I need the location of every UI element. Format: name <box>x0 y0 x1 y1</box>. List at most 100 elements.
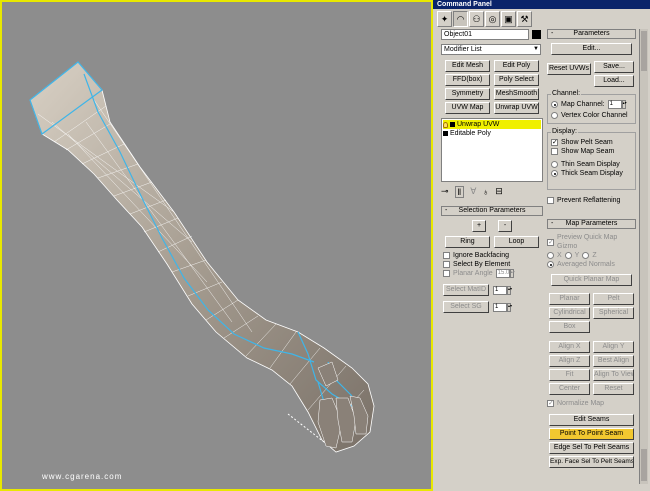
show-end-result-icon[interactable]: ‖ <box>454 185 465 198</box>
map-parameters-rollout[interactable]: - Map Parameters <box>547 219 636 229</box>
scrollbar-thumb[interactable] <box>641 449 647 481</box>
expand-icon[interactable] <box>450 122 455 127</box>
radio-label: Thick Seam Display <box>561 170 623 177</box>
planar-button[interactable]: Planar <box>549 293 590 305</box>
checkbox-label: Select By Element <box>453 261 511 268</box>
sg-spinner[interactable]: 1 ▴▾ <box>493 302 512 312</box>
select-sg-button[interactable]: Select SG <box>443 301 489 313</box>
normalize-map-checkbox[interactable]: ✓ Normalize Map <box>547 399 636 408</box>
create-icon[interactable]: ✦ <box>437 11 452 27</box>
axis-x-radio[interactable] <box>547 252 554 259</box>
load-button[interactable]: Load... <box>594 75 634 87</box>
fit-button[interactable]: Fit <box>549 369 590 381</box>
planar-angle-spinner[interactable]: 15.0 ▴▾ <box>495 269 515 278</box>
modifier-list-dropdown[interactable]: Modifier List ▼ <box>441 44 541 55</box>
edit-poly-button[interactable]: Edit Poly <box>494 60 539 72</box>
scrollbar-thumb[interactable] <box>641 31 647 71</box>
best-align-button[interactable]: Best Align <box>593 355 634 367</box>
spinner-value[interactable]: 1 <box>607 100 622 109</box>
modify-right-column: - Parameters Edit... Reset UVWs Save... … <box>547 29 636 491</box>
pelt-button[interactable]: Pelt <box>593 293 634 305</box>
spinner-value[interactable]: 1 <box>493 285 507 295</box>
selection-parameters-rollout[interactable]: - Selection Parameters <box>441 206 543 216</box>
edge-sel-to-pelt-seams-button[interactable]: Edge Sel To Pelt Seams <box>549 442 634 454</box>
poly-select-button[interactable]: Poly Select <box>494 74 539 86</box>
align-x-button[interactable]: Align X <box>549 341 590 353</box>
box-button[interactable]: Box <box>549 321 590 333</box>
axis-z-radio[interactable] <box>582 252 590 259</box>
grow-selection-button[interactable]: + <box>472 220 486 232</box>
stack-item-unwrap-uvw[interactable]: Unwrap UVW <box>443 120 541 129</box>
loop-button[interactable]: Loop <box>494 236 539 248</box>
object-name-field[interactable]: Object01 <box>441 29 529 40</box>
spinner-value[interactable]: 15.0 <box>495 269 510 278</box>
thin-seam-radio[interactable]: Thin Seam Display <box>551 160 632 169</box>
expand-icon[interactable] <box>443 131 448 136</box>
center-button[interactable]: Center <box>549 383 590 395</box>
reset-uvws-button[interactable]: Reset UVWs <box>547 63 591 75</box>
command-panel: Command Panel ✦ ◠ ⚇ ◎ ▣ ⚒ Object01 Modif… <box>433 0 650 491</box>
symmetry-button[interactable]: Symmetry <box>445 88 490 100</box>
pin-stack-icon[interactable]: ⊸ <box>441 186 449 197</box>
planar-angle-checkbox[interactable]: Planar Angle 15.0 ▴▾ <box>443 269 543 278</box>
ring-button[interactable]: Ring <box>445 236 490 248</box>
quick-planar-map-button[interactable]: Quick Planar Map <box>551 274 632 286</box>
lightbulb-icon[interactable] <box>443 121 448 128</box>
map-channel-radio[interactable]: Map Channel: 1 ▴▾ <box>551 100 632 109</box>
hierarchy-icon[interactable]: ⚇ <box>469 11 484 27</box>
thick-seam-radio[interactable]: Thick Seam Display <box>551 169 632 178</box>
meshsmooth-button[interactable]: MeshSmooth <box>494 88 539 100</box>
map-channel-spinner[interactable]: 1 ▴▾ <box>607 100 627 109</box>
collapse-icon: - <box>551 30 554 37</box>
show-map-seam-checkbox[interactable]: Show Map Seam <box>551 147 632 156</box>
motion-icon[interactable]: ◎ <box>485 11 500 27</box>
radio-label: Y <box>574 252 580 259</box>
command-panel-scrollbar[interactable] <box>639 29 648 484</box>
reset-button[interactable]: Reset <box>593 383 634 395</box>
radio-label: Thin Seam Display <box>561 161 620 168</box>
edit-seams-button[interactable]: Edit Seams <box>549 414 634 426</box>
unwrap-uvw-button[interactable]: Unwrap UVW <box>494 102 539 114</box>
save-button[interactable]: Save... <box>594 61 634 73</box>
make-unique-icon[interactable]: ∀ <box>470 186 476 197</box>
checkbox-label: Ignore Backfacing <box>453 252 510 259</box>
spinner-value[interactable]: 1 <box>493 302 507 312</box>
align-y-button[interactable]: Align Y <box>593 341 634 353</box>
rollout-title: Map Parameters <box>565 220 618 227</box>
ignore-backfacing-checkbox[interactable]: Ignore Backfacing <box>443 251 543 260</box>
select-matid-button[interactable]: Select MatID <box>443 284 489 296</box>
remove-modifier-icon[interactable]: ♁ <box>482 187 489 197</box>
cylindrical-button[interactable]: Cylindrical <box>549 307 590 319</box>
rollout-title: Selection Parameters <box>458 207 526 214</box>
display-icon[interactable]: ▣ <box>501 11 516 27</box>
stack-item-editable-poly[interactable]: Editable Poly <box>443 129 541 138</box>
exp-face-sel-to-pelt-seams-button[interactable]: Exp. Face Sel To Pelt Seams <box>549 456 634 468</box>
select-by-element-checkbox[interactable]: Select By Element <box>443 260 543 269</box>
rollout-title: Parameters <box>573 30 610 37</box>
object-color-swatch[interactable] <box>532 30 541 39</box>
shrink-selection-button[interactable]: - <box>498 220 512 232</box>
vertex-color-channel-radio[interactable]: Vertex Color Channel <box>551 111 632 120</box>
averaged-normals-radio[interactable]: Averaged Normals <box>547 260 636 269</box>
preview-quick-map-gizmo-checkbox[interactable]: ✓ Preview Quick Map Gizmo <box>547 233 636 251</box>
ffd-box-button[interactable]: FFD(box) <box>445 74 490 86</box>
point-to-point-seam-button[interactable]: Point To Point Seam <box>549 428 634 440</box>
perspective-viewport[interactable]: www.cgarena.com <box>0 0 433 491</box>
edit-uvw-button[interactable]: Edit... <box>551 43 632 55</box>
configure-sets-icon[interactable]: ⊟ <box>495 186 503 197</box>
axis-y-radio[interactable] <box>564 252 572 259</box>
uvw-map-button[interactable]: UVW Map <box>445 102 490 114</box>
modifier-stack[interactable]: Unwrap UVW Editable Poly <box>441 118 543 182</box>
matid-spinner[interactable]: 1 ▴▾ <box>493 285 512 295</box>
checkbox-label: Normalize Map <box>557 400 605 407</box>
align-to-view-button[interactable]: Align To View <box>593 369 634 381</box>
channel-group: Channel: Map Channel: 1 ▴▾ Vertex Color C… <box>547 90 636 124</box>
prevent-reflattening-checkbox[interactable]: Prevent Reflattening <box>547 196 636 205</box>
align-z-button[interactable]: Align Z <box>549 355 590 367</box>
spherical-button[interactable]: Spherical <box>593 307 634 319</box>
parameters-rollout[interactable]: - Parameters <box>547 29 636 39</box>
show-pelt-seam-checkbox[interactable]: ✓ Show Pelt Seam <box>551 138 632 147</box>
edit-mesh-button[interactable]: Edit Mesh <box>445 60 490 72</box>
utilities-icon[interactable]: ⚒ <box>517 11 532 27</box>
modify-icon[interactable]: ◠ <box>453 11 468 27</box>
